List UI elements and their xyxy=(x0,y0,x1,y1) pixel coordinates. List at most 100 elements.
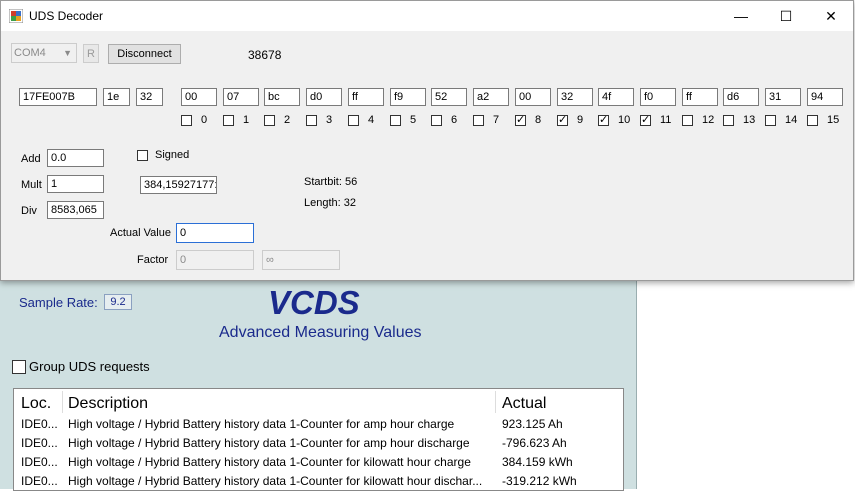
disconnect-button[interactable]: Disconnect xyxy=(108,44,181,64)
byte-field[interactable]: 94 xyxy=(807,88,843,106)
signed-checkbox-box[interactable] xyxy=(137,149,148,161)
byte-field[interactable]: 4f xyxy=(598,88,634,106)
group-uds-checkbox[interactable]: Group UDS requests xyxy=(12,359,150,374)
bit-checkbox-label: 8 xyxy=(535,114,542,126)
mult-input[interactable]: 1 xyxy=(47,175,104,193)
bit-checkbox[interactable]: 14 xyxy=(765,114,797,126)
bit-checkbox-box[interactable] xyxy=(223,114,234,126)
com-port-select[interactable]: COM4 ▼ xyxy=(11,43,77,63)
column-header-actual[interactable]: Actual xyxy=(502,395,546,413)
bit-checkbox-box[interactable] xyxy=(640,113,651,126)
row-description: High voltage / Hybrid Battery history da… xyxy=(68,436,470,450)
bit-checkbox[interactable]: 3 xyxy=(306,114,332,126)
length-label: Length: 32 xyxy=(304,197,356,209)
can-id-field[interactable]: 17FE007B xyxy=(19,88,97,106)
table-row[interactable]: IDE0... High voltage / Hybrid Battery hi… xyxy=(14,436,623,455)
byte-field[interactable]: bc xyxy=(264,88,300,106)
table-row[interactable]: IDE0... High voltage / Hybrid Battery hi… xyxy=(14,474,623,493)
add-label: Add xyxy=(21,153,41,165)
bit-checkbox[interactable]: 2 xyxy=(264,114,290,126)
bit-checkbox[interactable]: 10 xyxy=(598,113,630,126)
bit-checkbox-box[interactable] xyxy=(515,113,526,126)
bit-checkbox-label: 11 xyxy=(660,114,672,126)
byte-field[interactable]: d6 xyxy=(723,88,759,106)
column-header-loc[interactable]: Loc. xyxy=(21,395,51,413)
bit-checkbox-label: 15 xyxy=(827,114,840,126)
byte-field[interactable]: f0 xyxy=(640,88,676,106)
byte-field[interactable]: 52 xyxy=(431,88,467,106)
bit-checkbox-box[interactable] xyxy=(807,114,818,126)
bit-checkbox-box[interactable] xyxy=(431,114,442,126)
group-uds-checkbox-box[interactable] xyxy=(12,359,26,374)
bit-checkbox-label: 0 xyxy=(201,114,208,126)
bit-checkbox[interactable]: 6 xyxy=(431,114,457,126)
add-input[interactable]: 0.0 xyxy=(47,149,104,167)
bit-checkbox[interactable]: 15 xyxy=(807,114,839,126)
window-title: UDS Decoder xyxy=(29,9,104,23)
startbit-label: Startbit: 56 xyxy=(304,176,358,188)
table-row[interactable]: IDE0... High voltage / Hybrid Battery hi… xyxy=(14,455,623,474)
row-actual: 384.159 kWh xyxy=(502,455,573,469)
column-header-description[interactable]: Description xyxy=(68,395,148,413)
factor-result-field[interactable]: ∞ xyxy=(262,250,340,270)
table-row[interactable]: IDE0... High voltage / Hybrid Battery hi… xyxy=(14,417,623,436)
bit-checkbox[interactable]: 4 xyxy=(348,114,374,126)
bit-checkbox[interactable]: 1 xyxy=(223,114,249,126)
bit-checkbox-box[interactable] xyxy=(473,114,484,126)
r-button[interactable]: R xyxy=(83,44,99,63)
bit-checkbox[interactable]: 0 xyxy=(181,114,207,126)
bit-checkbox-box[interactable] xyxy=(390,114,401,126)
row-description: High voltage / Hybrid Battery history da… xyxy=(68,417,455,431)
bit-checkbox[interactable]: 11 xyxy=(640,113,672,126)
byte-field[interactable]: 07 xyxy=(223,88,259,106)
title-bar[interactable]: UDS Decoder — ☐ ✕ xyxy=(1,1,853,31)
mult-label: Mult xyxy=(21,179,42,191)
factor-input[interactable]: 0 xyxy=(176,250,254,270)
sample-rate-label: Sample Rate: xyxy=(19,295,98,310)
bit-checkbox-box[interactable] xyxy=(682,114,693,126)
bit-checkbox-box[interactable] xyxy=(557,113,568,126)
close-button[interactable]: ✕ xyxy=(808,1,854,31)
byte-field[interactable]: 00 xyxy=(515,88,551,106)
chevron-down-icon: ▼ xyxy=(63,48,72,58)
vcds-window: Sample Rate: 9.2 VCDS Advanced Measuring… xyxy=(0,280,637,491)
row-actual: 923.125 Ah xyxy=(502,417,563,431)
bit-checkbox[interactable]: 9 xyxy=(557,113,583,126)
measuring-values-table: Loc. Description Actual IDE0... High vol… xyxy=(13,388,624,491)
signed-label: Signed xyxy=(155,149,190,161)
bit-checkbox-box[interactable] xyxy=(723,114,734,126)
div-input[interactable]: 8583,065 xyxy=(47,201,104,219)
byte-field[interactable]: d0 xyxy=(306,88,342,106)
bit-checkbox-box[interactable] xyxy=(181,114,192,126)
bit-checkbox-box[interactable] xyxy=(348,114,359,126)
bit-checkbox[interactable]: 7 xyxy=(473,114,499,126)
minimize-button[interactable]: — xyxy=(718,1,764,31)
header-field[interactable]: 1e xyxy=(103,88,130,106)
byte-field[interactable]: 32 xyxy=(557,88,593,106)
factor-label: Factor xyxy=(137,254,169,266)
bit-checkbox-box[interactable] xyxy=(598,113,609,126)
bit-checkbox-label: 12 xyxy=(702,114,715,126)
byte-field[interactable]: 00 xyxy=(181,88,217,106)
byte-field[interactable]: a2 xyxy=(473,88,509,106)
bit-checkbox-box[interactable] xyxy=(306,114,317,126)
maximize-button[interactable]: ☐ xyxy=(763,1,809,31)
byte-field[interactable]: 31 xyxy=(765,88,801,106)
bit-checkbox[interactable]: 13 xyxy=(723,114,755,126)
signed-checkbox[interactable]: Signed xyxy=(137,149,189,161)
byte-field[interactable]: f9 xyxy=(390,88,426,106)
actual-value-input[interactable]: 0 xyxy=(176,223,254,243)
byte-field[interactable]: ff xyxy=(348,88,384,106)
bit-checkbox[interactable]: 8 xyxy=(515,113,542,126)
result-field[interactable]: 384,15927177: xyxy=(140,176,217,194)
header-field[interactable]: 32 xyxy=(136,88,163,106)
bit-checkbox[interactable]: 5 xyxy=(390,114,416,126)
bit-checkbox-box[interactable] xyxy=(765,114,776,126)
byte-field[interactable]: ff xyxy=(682,88,718,106)
bit-checkbox-box[interactable] xyxy=(264,114,275,126)
bit-checkbox-label: 3 xyxy=(326,114,333,126)
bit-checkbox[interactable]: 12 xyxy=(682,114,714,126)
div-label: Div xyxy=(21,205,37,217)
bit-checkbox-label: 7 xyxy=(493,114,500,126)
row-loc: IDE0... xyxy=(21,474,58,488)
